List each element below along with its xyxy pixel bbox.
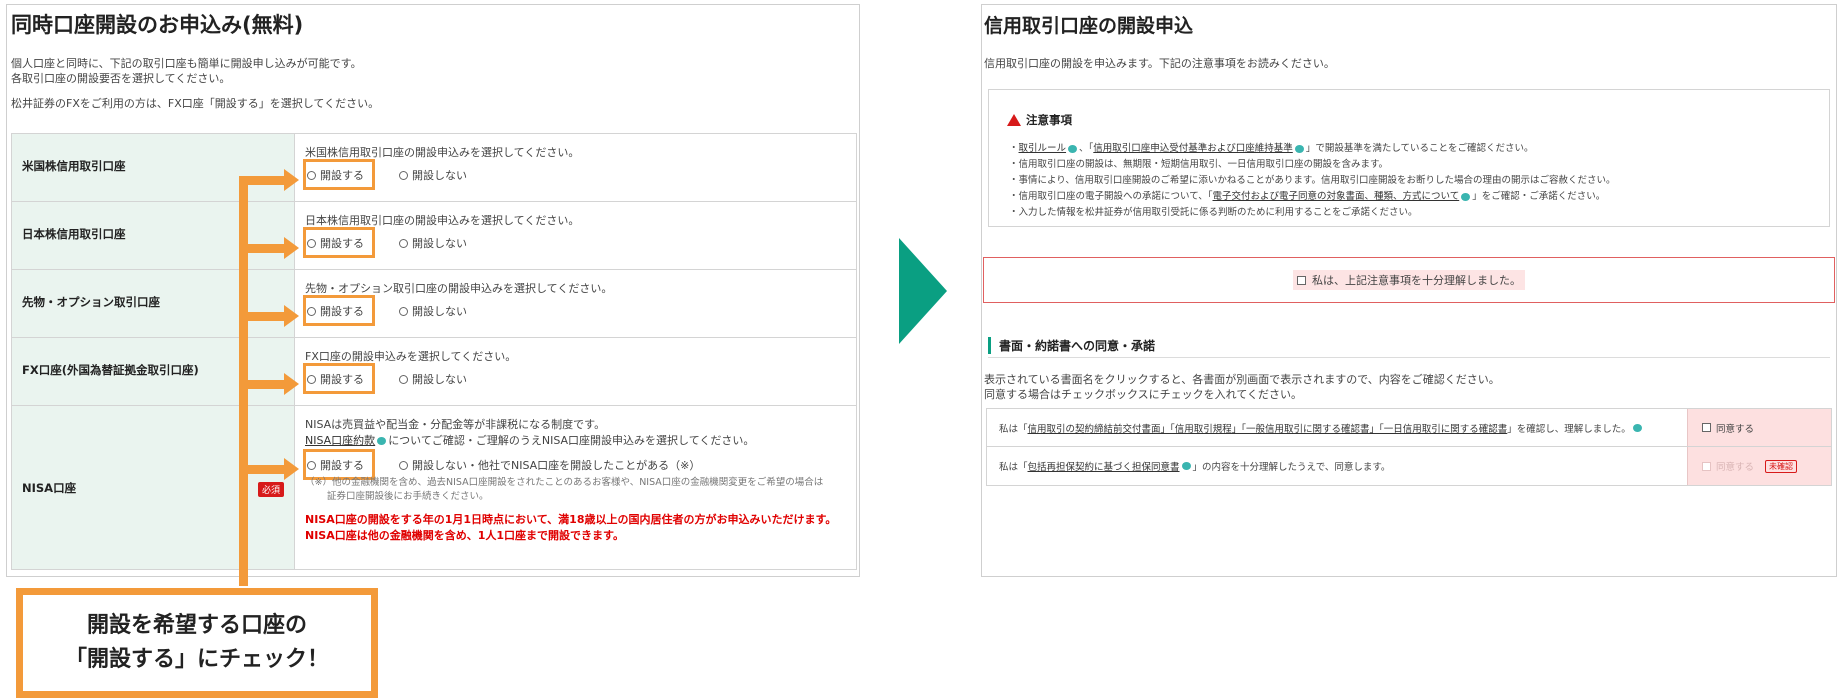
section-divider [988,357,1830,358]
radio-not-open[interactable]: 開設しない・他社でNISA口座を開設したことがある（※） [399,457,700,473]
agree-checkbox[interactable]: 同意する [1687,409,1831,446]
row-question: FX口座の開設申込みを選択してください。 [305,350,517,363]
notice-item-4: ・信用取引口座の電子開設への承諾について、「電子交付および電子同意の対象書面、種… [1009,191,1606,202]
notice-item-1: ・取引ルール 、「信用取引口座申込受付基準および口座維持基準 」で開設基準を満たして… [1009,143,1534,154]
section-title: 書面・約諾書への同意・承諾 [988,337,1155,354]
radio-circle-icon [307,238,316,248]
form-row-us-margin: 米国株信用取引口座 米国株信用取引口座の開設申込みを選択してください。 開設する… [12,134,856,202]
document-row: 私は「 信用取引の契約締結前交付書面」「信用取引規程」「一般信用取引に関する確認書… [987,409,1831,447]
popup-icon [1461,192,1471,201]
row-label: 米国株信用取引口座 [22,159,126,173]
agree-checkbox-disabled: 同意する 未確認 [1687,447,1831,485]
radio-open[interactable]: 開設する [307,457,364,473]
radio-not-open[interactable]: 開設しない [399,303,467,319]
intro-text-2: 各取引口座の開設要否を選択してください。 [11,72,231,85]
row-question: 日本株信用取引口座の開設申込みを選択してください。 [305,214,580,227]
radio-circle-icon [307,374,316,384]
radio-circle-icon [399,170,408,180]
margin-account-panel: 信用取引口座の開設申込 信用取引口座の開設を申込みます。下記の注意事項をお読みく… [981,4,1837,577]
nisa-description: NISAは売買益や配当金・分配金等が非課税になる制度です。 [305,418,606,431]
row-label: NISA口座 [22,481,77,495]
notice-title: 注意事項 [1026,113,1072,127]
form-row-fx: FX口座(外国為替証拠金取引口座) FX口座の開設申込みを選択してください。 開… [12,338,856,406]
arrow-right-icon [284,305,299,327]
next-step-arrow-icon [899,238,947,344]
radio-open[interactable]: 開設する [307,235,364,251]
radio-circle-icon [399,306,408,316]
account-application-panel: 同時口座開設のお申込み(無料) 個人口座と同時に、下記の取引口座も簡単に開設申し… [6,4,860,577]
radio-circle-icon [399,374,408,384]
radio-not-open[interactable]: 開設しない [399,167,467,183]
arrow-right-icon [284,237,299,259]
arrow-right-icon [284,373,299,395]
notice-item-5: ・入力した情報を松井証券が信用取引受託に係る判断のために利用することをご承諾くだ… [1009,207,1418,218]
radio-circle-icon [307,170,316,180]
document-agreement-table: 私は「 信用取引の契約締結前交付書面」「信用取引規程」「一般信用取引に関する確認書… [986,408,1832,486]
form-row-jp-margin: 日本株信用取引口座 日本株信用取引口座の開設申込みを選択してください。 開設する… [12,202,856,270]
instruction-callout: 開設を希望する口座の 「開設する」にチェック！ [16,588,378,698]
row-label: FX口座(外国為替証拠金取引口座) [22,363,199,377]
nisa-warning-1: NISA口座の開設をする年の1月1日時点において、満18歳以上の国内居住者の方が… [305,513,837,526]
unconfirmed-badge: 未確認 [1765,459,1798,473]
radio-open[interactable]: 開設する [307,303,364,319]
callout-line-2: 「開設する」にチェック！ [64,647,329,672]
nisa-warning-2: NISA口座は他の金融機関を含め、1人1口座まで開設できます。 [305,529,624,542]
popup-icon [1294,144,1304,153]
arrow-right-icon [284,458,299,480]
form-row-nisa: NISA口座 必須 NISAは売買益や配当金・分配金等が非課税になる制度です。 … [12,406,856,569]
row-label: 日本株信用取引口座 [22,227,126,241]
electronic-delivery-link[interactable]: 電子交付および電子同意の対象書面、種類、方式について [1213,191,1460,202]
trading-rules-link[interactable]: 取引ルール [1019,143,1067,154]
row-question: 先物・オプション取引口座の開設申込みを選択してください。 [305,282,613,295]
popup-icon [1068,144,1078,153]
intro-text-1: 個人口座と同時に、下記の取引口座も簡単に開設申し込みが可能です。 [11,57,362,70]
document-links[interactable]: 包括再担保契約に基づく担保同意書 [1028,459,1180,473]
document-row: 私は「 包括再担保契約に基づく担保同意書 」の内容を十分理解したうえで、同意します。… [987,447,1831,485]
radio-not-open[interactable]: 開設しない [399,235,467,251]
notice-agree-box: 私は、上記注意事項を十分理解しました。 [983,257,1835,303]
checkbox-icon [1702,423,1711,432]
popup-icon [1632,423,1642,432]
section-intro-2: 同意する場合はチェックボックスにチェックを入れてください。 [984,388,1303,401]
intro-text: 信用取引口座の開設を申込みます。下記の注意事項をお読みください。 [984,57,1335,70]
notice-agree-checkbox[interactable]: 私は、上記注意事項を十分理解しました。 [1293,270,1525,290]
required-badge: 必須 [257,482,284,497]
callout-line-1: 開設を希望する口座の [86,613,307,638]
page-title: 信用取引口座の開設申込 [984,15,1194,37]
row-question: 米国株信用取引口座の開設申込みを選択してください。 [305,146,580,159]
form-row-futures: 先物・オプション取引口座 先物・オプション取引口座の開設申込みを選択してください… [12,270,856,338]
page-title: 同時口座開設のお申込み(無料) [11,13,304,37]
popup-icon [1181,462,1191,470]
popup-icon [377,437,387,445]
account-criteria-link[interactable]: 信用取引口座申込受付基準および口座維持基準 [1093,143,1293,154]
nisa-note-1: （※）他の金融機関を含め、過去NISA口座開設をされたことのあるお客様や、NIS… [305,477,824,488]
intro-text-3: 松井証券のFXをご利用の方は、FX口座「開設する」を選択してください。 [11,97,380,110]
radio-circle-icon [399,238,408,248]
radio-not-open[interactable]: 開設しない [399,371,467,387]
radio-circle-icon [307,460,316,470]
radio-circle-icon [307,306,316,316]
account-form-table: 米国株信用取引口座 米国株信用取引口座の開設申込みを選択してください。 開設する… [11,133,857,570]
notice-box: 注意事項 ・取引ルール 、「信用取引口座申込受付基準および口座維持基準 」で開設基準… [988,89,1830,227]
checkbox-icon [1297,275,1306,285]
document-links[interactable]: 信用取引の契約締結前交付書面」「信用取引規程」「一般信用取引に関する確認書」「一… [1028,421,1508,435]
warning-icon [1007,114,1021,126]
nisa-terms-link[interactable]: NISA口座約款 [305,434,375,447]
radio-open[interactable]: 開設する [307,167,364,183]
notice-item-2: ・信用取引口座の開設は、無期限・短期信用取引、一日信用取引口座の開設を含みます。 [1009,159,1389,170]
checkbox-icon [1702,461,1711,471]
section-intro-1: 表示されている書面名をクリックすると、各書面が別画面で表示されますので、内容をご… [984,373,1500,386]
notice-item-3: ・事情により、信用取引口座開設のご希望に添いかねることがあります。信用取引口座開… [1009,175,1616,186]
arrow-right-icon [284,169,299,191]
radio-open[interactable]: 開設する [307,371,364,387]
row-label: 先物・オプション取引口座 [22,295,160,309]
radio-circle-icon [399,460,408,470]
nisa-note-2: 証券口座開設後にお手続きください。 [327,491,489,502]
